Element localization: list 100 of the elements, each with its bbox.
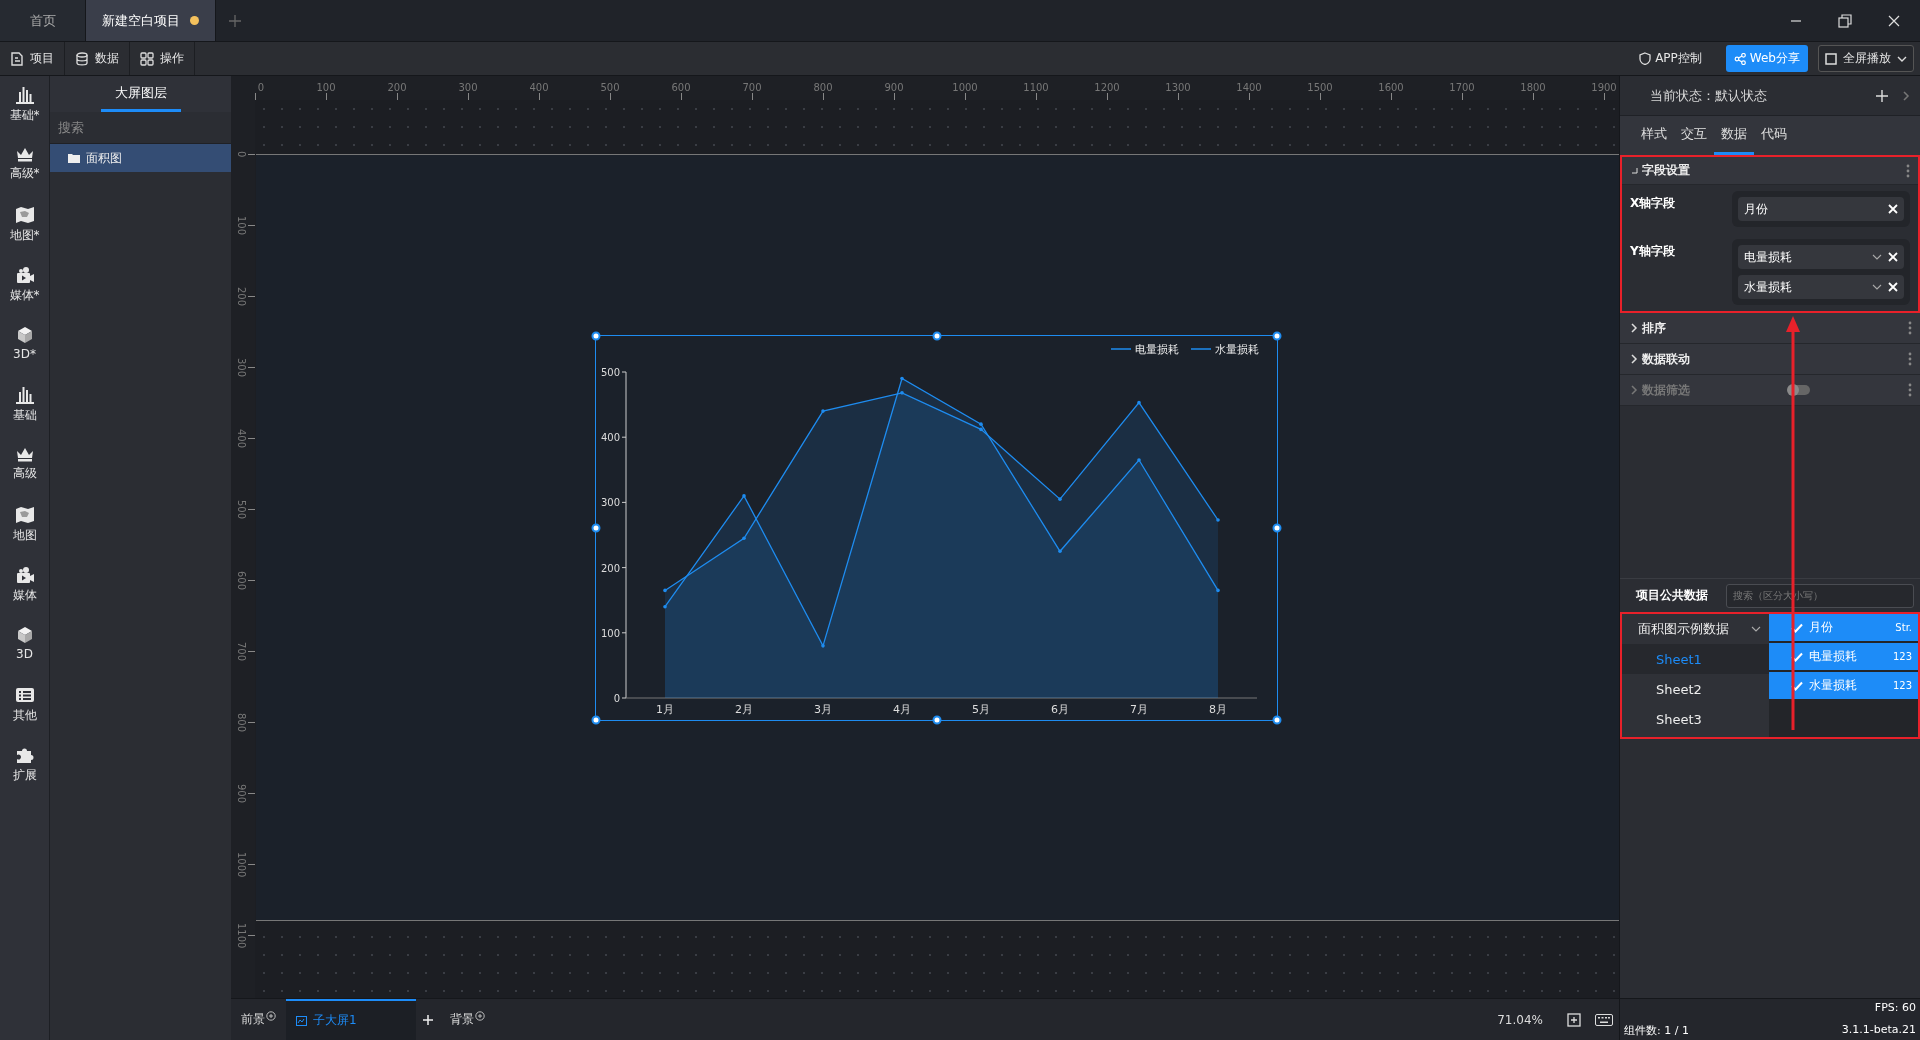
layer-item[interactable]: 面积图 (50, 144, 231, 172)
sheet-item[interactable]: Sheet3 (1622, 704, 1769, 734)
chevron-icon (1902, 90, 1910, 101)
tab[interactable]: 首页 (0, 0, 86, 41)
panel-tab[interactable]: 代码 (1754, 116, 1794, 155)
foreground-button[interactable]: 前景 (231, 1011, 286, 1028)
resize-handle[interactable] (932, 331, 941, 341)
fullscreen-icon (1825, 52, 1837, 65)
ruler-label: 800 (236, 713, 247, 733)
resize-handle[interactable] (591, 715, 601, 725)
add-tab-icon (228, 13, 242, 28)
menu-button[interactable]: 操作 (130, 42, 195, 75)
field-tag[interactable]: 水量损耗 (1738, 275, 1904, 299)
component-category[interactable]: 基础* (0, 86, 50, 146)
field-value: 电量损耗 (1744, 248, 1793, 266)
column-name: 月份 (1809, 619, 1833, 636)
map-icon (14, 506, 35, 524)
ruler-label: 700 (236, 642, 247, 662)
close-icon (1888, 14, 1900, 27)
bar-chart-icon (14, 86, 35, 104)
data-point (1137, 400, 1141, 405)
ruler-label: 1800 (1520, 82, 1546, 93)
sheet-item[interactable]: Sheet2 (1622, 674, 1769, 704)
ruler-label: 0 (236, 151, 247, 158)
component-category[interactable]: 3D (0, 626, 50, 686)
resize-handle[interactable] (591, 523, 601, 533)
screen-tab[interactable]: 子大屏1 (286, 998, 416, 1040)
panel-tab[interactable]: 交互 (1674, 116, 1714, 155)
screen-icon (296, 1015, 307, 1026)
legend-line (1190, 348, 1212, 350)
axis-label: 6月 (1051, 703, 1069, 716)
bar-chart-icon (14, 386, 35, 404)
layer-label: 面积图 (86, 149, 122, 167)
component-category[interactable]: 基础 (0, 386, 50, 446)
component-category[interactable]: 高级* (0, 146, 50, 206)
component-category[interactable]: 其他 (0, 686, 50, 746)
field-value: 水量损耗 (1744, 278, 1793, 296)
axis-label: 8月 (1209, 703, 1227, 716)
data-point (821, 409, 825, 413)
axis-label: 300 (600, 497, 620, 509)
axis-label: 1月 (656, 703, 674, 716)
sheet-item[interactable]: Sheet1 (1622, 644, 1769, 674)
tab[interactable]: 新建空白项目 (86, 0, 216, 41)
ruler-label: 800 (813, 82, 833, 93)
component-category[interactable]: 媒体 (0, 566, 50, 626)
ruler-label: 1700 (1449, 82, 1475, 93)
resize-handle[interactable] (591, 331, 601, 341)
axis-label: 100 (600, 627, 620, 639)
component-category[interactable]: 媒体* (0, 266, 50, 326)
section-header[interactable]: 字段设置 (1622, 157, 1918, 185)
app-control-button[interactable]: APP控制 (1633, 49, 1708, 68)
field-tag[interactable]: 电量损耗 (1738, 245, 1904, 269)
axis-label: 0 (613, 693, 620, 704)
close-icon (1888, 252, 1898, 262)
background-button[interactable]: 背景 (440, 1011, 495, 1028)
field-tag[interactable]: 月份 (1738, 197, 1904, 221)
section-header[interactable]: 数据联动 (1620, 344, 1920, 375)
fit-screen-icon (1567, 1012, 1581, 1027)
section-header[interactable]: 排序 (1620, 313, 1920, 344)
ruler-label: 600 (236, 571, 247, 591)
check-icon (1791, 651, 1803, 662)
menu-button[interactable]: 项目 (0, 42, 65, 75)
check-icon (1791, 622, 1803, 633)
ruler-label: 600 (671, 82, 691, 93)
component-category[interactable]: 扩展 (0, 746, 50, 806)
ruler-label: 1300 (1165, 82, 1191, 93)
resize-handle[interactable] (1272, 331, 1282, 341)
resize-handle[interactable] (1272, 523, 1282, 533)
menu-button[interactable]: 数据 (65, 42, 130, 75)
tab-label: 首页 (29, 11, 56, 30)
ruler-label: 900 (236, 784, 247, 804)
dataset-item[interactable]: 面积图示例数据 (1622, 614, 1769, 644)
camera-icon (14, 266, 35, 284)
column-type: 123 (1892, 680, 1912, 691)
more-icon (1906, 163, 1910, 178)
check-icon (1791, 680, 1803, 691)
add-circle-icon (266, 1011, 276, 1021)
ruler-label: 0 (257, 82, 265, 93)
legend-label: 水量损耗 (1215, 343, 1259, 356)
panel-tab[interactable]: 样式 (1634, 116, 1674, 155)
data-point (1216, 588, 1220, 593)
document-icon (10, 51, 24, 66)
ruler-label: 400 (529, 82, 549, 93)
map-icon (14, 206, 35, 224)
chevron-icon (1630, 323, 1638, 333)
component-category[interactable]: 地图 (0, 506, 50, 566)
fullscreen-button[interactable]: 全屏播放 (1818, 45, 1914, 72)
crown-icon (14, 446, 35, 462)
resize-handle[interactable] (1272, 715, 1282, 725)
ruler-label: 400 (236, 429, 247, 449)
ruler-label: 1400 (1236, 82, 1262, 93)
component-category[interactable]: 3D* (0, 326, 50, 386)
cube-icon (15, 626, 34, 644)
ruler-label: 100 (236, 216, 247, 236)
current-state: 当前状态：默认状态 (1650, 86, 1767, 105)
data-point (900, 376, 904, 381)
data-point (1058, 549, 1062, 554)
component-category[interactable]: 高级 (0, 446, 50, 506)
resize-handle[interactable] (932, 715, 941, 725)
component-category[interactable]: 地图* (0, 206, 50, 266)
